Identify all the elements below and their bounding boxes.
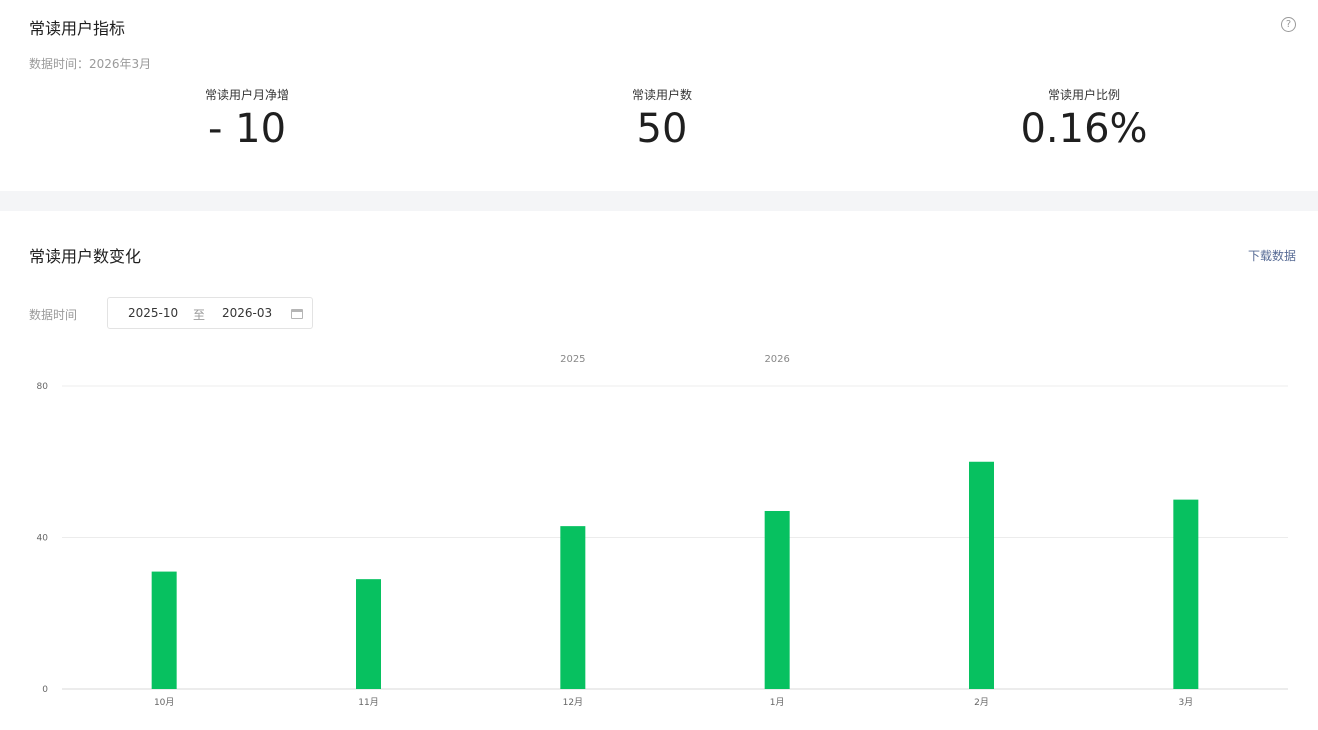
bar (764, 510, 790, 689)
date-separator: 至 (193, 308, 206, 322)
year-label: 2026 (764, 354, 789, 365)
download-data-link[interactable]: 下载数据 (1248, 247, 1296, 264)
metric-user-count: 常读用户数 50 (512, 86, 812, 151)
y-tick-label: 40 (37, 534, 49, 544)
bar (969, 461, 994, 689)
bar (356, 579, 381, 689)
year-label: 2025 (560, 354, 585, 365)
metrics-section: 常读用户指标 ? 数据时间：2026年3月 常读用户月净增 - 10 常读用户数… (0, 0, 1318, 191)
x-tick-label: 1月 (770, 697, 785, 708)
calendar-icon[interactable] (291, 309, 303, 319)
metric-label: 常读用户比例 (1047, 88, 1120, 102)
y-tick-label: 0 (42, 685, 48, 695)
bar (1173, 499, 1199, 689)
user-count-bar-chart: 80 40 0 2025 2026 10月 11月 12月 1月 2月 3月 (37, 354, 1288, 708)
date-filter-label: 数据时间 (29, 308, 78, 322)
metric-value: - 10 (207, 106, 287, 152)
x-tick-label: 3月 (1178, 697, 1193, 708)
x-tick-label: 10月 (154, 697, 174, 708)
metric-label: 常读用户数 (631, 88, 692, 102)
metric-net-growth: 常读用户月净增 - 10 (97, 86, 397, 151)
metric-user-ratio: 常读用户比例 0.16% (934, 86, 1234, 151)
metric-label: 常读用户月净增 (204, 88, 289, 102)
x-tick-label: 2月 (974, 697, 989, 708)
bar (151, 571, 177, 689)
date-end[interactable]: 2026-03 (222, 306, 272, 320)
section-divider (0, 191, 1318, 211)
metrics-title: 常读用户指标 (29, 19, 126, 38)
question-circle-icon[interactable]: ? (1281, 17, 1296, 32)
metric-value: 0.16% (1020, 106, 1148, 152)
x-tick-label: 11月 (358, 697, 378, 708)
metrics-data-time: 数据时间：2026年3月 (29, 57, 152, 71)
y-tick-label: 80 (37, 382, 49, 392)
x-tick-label: 12月 (563, 697, 583, 708)
metric-value: 50 (636, 106, 688, 152)
bar (560, 526, 586, 689)
trend-title: 常读用户数变化 (29, 247, 142, 266)
date-range-picker[interactable]: 2025-10 至 2026-03 (107, 297, 313, 329)
date-start[interactable]: 2025-10 (128, 306, 178, 320)
